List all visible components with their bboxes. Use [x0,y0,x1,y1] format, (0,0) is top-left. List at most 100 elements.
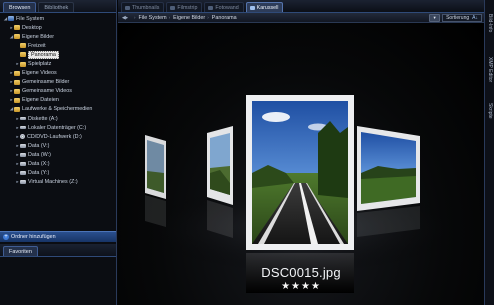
side-tab-label: XMP Editor [487,57,493,83]
current-filename: DSC0015.jpg [261,265,341,280]
tab-filmstrip[interactable]: Filmstrip [166,2,203,12]
folder-icon [14,106,20,112]
breadcrumb-label: File System [138,14,167,21]
drive-icon [20,116,26,121]
carousel-thumbnail-left[interactable] [207,126,233,238]
chevron-right-icon: › [207,15,209,20]
photo-wall-icon [208,5,214,10]
drive-icon [20,162,26,166]
tree-item-label: Gemeinsame Bilder [22,79,70,86]
tree-item-label: Freizeit [28,42,46,49]
tree-item-label: Data (X:) [28,161,50,168]
folder-tree: ◢ File System ▸ Desktop ◢ Eigene Bilder Freize… [0,14,116,230]
tree-item[interactable]: Panorama [0,50,116,59]
folder-icon [14,88,20,94]
tree-item[interactable]: ◢ Eigene Bilder [0,32,116,41]
sort-label: Sortierung [446,15,470,21]
view-tabs: Thumbnails Filmstrip Fotowand Karussell [118,0,484,13]
tab-fotowand[interactable]: Fotowand [204,2,244,12]
drive-icon [20,153,26,157]
folder-icon [14,25,20,31]
tree-item[interactable]: ▸ Diskette (A:) [0,114,116,123]
carousel-thumbnail-right[interactable] [357,126,420,237]
tab-favoriten[interactable]: Favoriten [3,246,38,256]
tree-item[interactable]: ▸ Eigene Dateien [0,96,116,105]
tree-item[interactable]: ▸ Desktop [0,23,116,32]
side-panel-tabs: Bild-Info XMP Editor Skripte [484,0,494,305]
breadcrumb-item[interactable]: › Eigene Bilder [167,15,206,21]
tree-item-label: Eigene Bilder [22,33,55,40]
breadcrumb-item[interactable]: › Panorama [205,15,236,21]
carousel-current-image[interactable] [246,95,354,293]
tree-item-label: Panorama [28,50,59,59]
drive-icon [20,144,26,148]
carousel-view [118,23,484,305]
star-rating[interactable]: ★★★★ [118,281,484,292]
thumbnails-icon [125,5,130,10]
tree-item[interactable]: ▸ Data (X:) [0,160,116,169]
tree-item-label: Eigene Dateien [22,97,59,104]
tree-item-label: Diskette (A:) [28,115,58,122]
folder-icon [14,70,20,76]
tab-skripte[interactable]: Skripte [485,95,494,127]
tree-item-label: Eigene Videos [22,70,57,77]
tree-item-label: Spielplatz [28,61,52,68]
carousel-thumbnail-far-left[interactable] [145,135,166,227]
tree-item[interactable]: ▸ Virtual Machines (Z:) [0,178,116,187]
side-tab-label: Bild-Info [487,13,493,33]
tab-bibliothek[interactable]: Bibliothek [38,2,75,12]
tab-xmp-editor[interactable]: XMP Editor [485,48,494,92]
toolbar-right: ▾ Sortierung A↓ [429,14,482,22]
tree-item-label: Data (Y:) [28,170,50,177]
tab-bild-info[interactable]: Bild-Info [485,2,494,44]
chevron-right-icon: › [134,15,136,20]
tree-item-label: Virtual Machines (Z:) [28,179,78,186]
sort-dropdown[interactable]: Sortierung A↓ [442,14,482,22]
tree-item[interactable]: ▸ Data (V:) [0,141,116,150]
disc-icon [20,134,25,140]
folder-icon [14,97,20,103]
tree-item-label: Data (W:) [28,151,51,158]
tree-item[interactable]: ▸ CD/DVD-Laufwerk (D:) [0,132,116,141]
add-folder-label: Ordner hinzufügen [11,234,56,240]
filter-button[interactable]: ▾ [429,14,441,22]
breadcrumb-item[interactable]: › File System [132,15,167,21]
tab-karussell[interactable]: Karussell [245,2,284,12]
tree-item[interactable]: ▸ Gemeinsame Bilder [0,78,116,87]
tree-item[interactable]: ▸ Spielplatz [0,59,116,68]
tree-item[interactable]: ◢ File System [0,14,116,23]
tab-thumbnails[interactable]: Thumbnails [121,2,165,12]
tree-item[interactable]: ▸ Eigene Videos [0,69,116,78]
folder-icon [20,61,26,67]
tab-label: Karussell [256,4,279,11]
tree-item[interactable]: Freizeit [0,41,116,50]
drive-icon [20,125,26,130]
tree-item[interactable]: ▸ Data (Y:) [0,169,116,178]
add-folder-button[interactable]: + Ordner hinzufügen [0,231,116,242]
drive-icon [20,171,26,175]
filmstrip-icon [170,5,176,10]
chevron-right-icon: › [168,15,171,20]
folder-icon [14,79,20,85]
tree-item-label: Laufwerke & Speichermedien [22,106,93,113]
back-arrow-icon[interactable]: ◀▸ [118,15,132,21]
tree-item[interactable]: ◢ Laufwerke & Speichermedien [0,105,116,114]
computer-icon [8,16,14,22]
tree-item-label: Gemeinsame Videos [22,88,72,95]
tree-item[interactable]: ▸ Gemeinsame Videos [0,87,116,96]
folder-icon [20,52,26,58]
favorites-tabs: Favoriten [0,244,116,257]
tab-browsen[interactable]: Browsen [3,2,37,12]
breadcrumb-bar: ◀▸ › File System › Eigene Bilder › Panor… [118,13,484,23]
drive-icon [20,180,26,184]
tree-item[interactable]: ▸ Data (W:) [0,150,116,159]
tree-item[interactable]: ▸ Lokaler Datenträger (C:) [0,123,116,132]
carousel-canvas [131,95,471,293]
tree-item-label: File System [16,15,45,22]
breadcrumb-label: Eigene Bilder [173,14,206,21]
tab-label: Thumbnails [132,4,160,11]
tree-item-label: Lokaler Datenträger (C:) [28,124,87,131]
side-tab-label: Skripte [487,103,493,119]
folder-icon [20,43,26,49]
add-icon: + [3,234,9,240]
